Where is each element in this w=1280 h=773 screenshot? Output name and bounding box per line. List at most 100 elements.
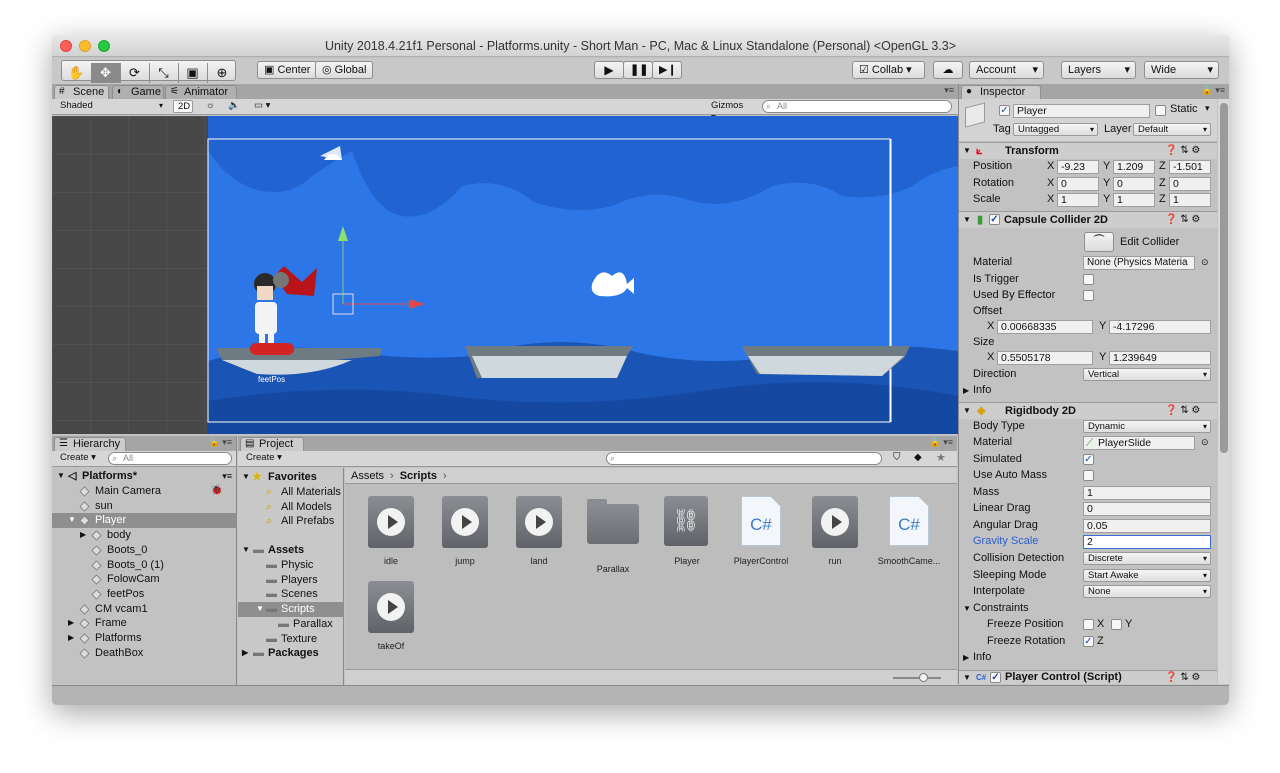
icon-size-slider[interactable] xyxy=(893,677,941,679)
size-y-field[interactable]: 1.239649 xyxy=(1109,351,1211,365)
scale-z-field[interactable]: 1 xyxy=(1169,193,1211,207)
position-y-field[interactable]: 1.209 xyxy=(1113,160,1155,174)
tab-hierarchy[interactable]: ☰ Hierarchy xyxy=(54,437,126,451)
used-by-effector-checkbox[interactable] xyxy=(1083,290,1094,301)
favorite-item[interactable]: ⌕ All Materials xyxy=(238,485,344,500)
capsule-collider-header[interactable]: ▼ ▮ ✓ Capsule Collider 2D ❓ ⇅ ⚙ xyxy=(959,211,1217,228)
freeze-z-checkbox[interactable]: ✓ xyxy=(1083,636,1094,647)
minimize-button[interactable] xyxy=(79,40,91,52)
asset-folder-item[interactable]: ▬ Scenes xyxy=(238,587,344,602)
asset-folder-item[interactable]: ▬ Physic xyxy=(238,558,344,573)
body-type-dropdown[interactable]: Dynamic xyxy=(1083,420,1211,433)
interpolate-dropdown[interactable]: None xyxy=(1083,585,1211,598)
hierarchy-item[interactable]: FolowCam xyxy=(52,572,237,587)
gizmos-dropdown[interactable]: Gizmos ▾ xyxy=(707,100,752,123)
scene-search-input[interactable]: ⌕ All xyxy=(762,100,952,113)
tab-scene[interactable]: # Scene xyxy=(54,85,109,99)
inspector-scrollbar[interactable] xyxy=(1218,99,1229,684)
tab-game[interactable]: ◐ Game xyxy=(112,85,164,99)
hierarchy-item[interactable]: DeathBox xyxy=(52,646,237,661)
scale-tool-icon[interactable]: ⤡ xyxy=(149,63,179,83)
gravity-scale-field[interactable]: 2 xyxy=(1083,535,1211,549)
project-create-dropdown[interactable]: Create ▾ xyxy=(242,452,286,465)
cloud-icon[interactable]: ☁ xyxy=(933,61,963,79)
collab-button[interactable]: ☑ Collab ▾ xyxy=(852,61,925,79)
rotation-z-field[interactable]: 0 xyxy=(1169,177,1211,191)
position-x-field[interactable]: -9.23 xyxy=(1057,160,1099,174)
chevron-down-icon[interactable]: ▾ xyxy=(1205,103,1210,114)
rigidbody-header[interactable]: ▼ ◈ Rigidbody 2D ❓ ⇅ ⚙ xyxy=(959,402,1217,419)
tag-dropdown[interactable]: Untagged xyxy=(1013,123,1098,136)
play-button[interactable]: ▶ xyxy=(594,61,624,79)
edit-collider-icon[interactable]: ⏜ xyxy=(1084,232,1114,252)
pivot-global-button[interactable]: ◎ Global xyxy=(315,61,374,79)
script-enabled-checkbox[interactable]: ✓ xyxy=(990,672,1001,683)
asset-folder-item[interactable]: ▬ Parallax xyxy=(238,617,344,632)
breadcrumb-scripts[interactable]: Scripts xyxy=(400,470,437,482)
component-menu-icon[interactable]: ❓ ⇅ ⚙ xyxy=(1165,403,1200,419)
favorites-item[interactable]: ▼ ★ Favorites xyxy=(238,470,344,485)
hierarchy-create-dropdown[interactable]: Create ▾ xyxy=(56,452,100,465)
scrollbar-thumb[interactable] xyxy=(1220,103,1228,453)
hierarchy-item[interactable]: Boots_0 xyxy=(52,543,237,558)
step-button[interactable]: ▶❙ xyxy=(652,61,682,79)
component-menu-icon[interactable]: ❓ ⇅ ⚙ xyxy=(1165,143,1200,159)
mass-field[interactable]: 1 xyxy=(1083,486,1211,500)
rotation-x-field[interactable]: 0 xyxy=(1057,177,1099,191)
transform-tool-icon[interactable]: ⊕ xyxy=(207,63,237,83)
collider-enabled-checkbox[interactable]: ✓ xyxy=(989,214,1000,225)
component-menu-icon[interactable]: ❓ ⇅ ⚙ xyxy=(1165,212,1200,228)
transform-header[interactable]: ▼ ⟀ Transform ❓ ⇅ ⚙ xyxy=(959,142,1217,159)
component-menu-icon[interactable]: ❓ ⇅ ⚙ xyxy=(1165,671,1200,684)
direction-dropdown[interactable]: Vertical xyxy=(1083,368,1211,381)
shading-dropdown[interactable]: Shaded xyxy=(56,100,166,113)
rotate-tool-icon[interactable]: ⟳ xyxy=(120,63,150,83)
constraints-row[interactable]: ▼ Constraints xyxy=(959,601,1217,617)
slider-handle[interactable] xyxy=(919,673,928,682)
close-button[interactable] xyxy=(60,40,72,52)
object-name-field[interactable]: Player xyxy=(1013,104,1150,118)
lighting-icon[interactable]: ☼ xyxy=(202,100,220,113)
offset-y-field[interactable]: -4.17296 xyxy=(1109,320,1211,334)
filter-type-icon[interactable]: ⛉ xyxy=(893,452,901,463)
favorite-item[interactable]: ⌕ All Prefabs xyxy=(238,514,344,529)
asset-folder-item[interactable]: ▼ ▬ Scripts xyxy=(238,602,344,618)
scale-x-field[interactable]: 1 xyxy=(1057,193,1099,207)
tab-project[interactable]: ▤ Project xyxy=(240,437,304,451)
rect-tool-icon[interactable]: ▣ xyxy=(178,63,208,83)
pause-button[interactable]: ❚❚ xyxy=(623,61,653,79)
favorite-star-icon[interactable]: ★ xyxy=(936,451,946,464)
layers-dropdown[interactable]: Layers ▾ xyxy=(1061,61,1136,79)
effects-icon[interactable]: ▭ ▾ xyxy=(250,100,278,113)
asset-item[interactable]: C# PlayerControl xyxy=(726,496,796,566)
rb-material-field[interactable]: ⟋ PlayerSlide xyxy=(1083,436,1195,450)
asset-item[interactable]: idle xyxy=(356,496,426,566)
static-checkbox[interactable] xyxy=(1155,105,1166,116)
position-z-field[interactable]: -1.501 xyxy=(1169,160,1211,174)
hierarchy-search-input[interactable]: ⌕ All xyxy=(108,452,232,465)
rigidbody-info-row[interactable]: ▶ Info xyxy=(959,650,1217,666)
player-control-header[interactable]: ▼ C# ✓ Player Control (Script) ❓ ⇅ ⚙ xyxy=(959,670,1217,684)
asset-item[interactable]: C# SmoothCame... xyxy=(874,496,944,566)
active-checkbox[interactable]: ✓ xyxy=(999,105,1010,116)
project-search-input[interactable]: ⌕ xyxy=(606,452,882,465)
zoom-button[interactable] xyxy=(98,40,110,52)
hierarchy-item[interactable]: CM vcam1 xyxy=(52,602,237,617)
asset-folder-item[interactable]: ▬ Players xyxy=(238,573,344,588)
hierarchy-item[interactable]: ▶ Frame xyxy=(52,616,237,631)
layout-dropdown[interactable]: Wide ▾ xyxy=(1144,61,1219,79)
foldout-icon[interactable]: ▶ xyxy=(68,631,74,645)
lock-icon[interactable]: 🔒 ▾≡ xyxy=(1202,85,1225,96)
hierarchy-item[interactable]: ▶ Platforms xyxy=(52,631,237,646)
hierarchy-item[interactable]: feetPos xyxy=(52,587,237,602)
hierarchy-item[interactable]: sun xyxy=(52,499,237,514)
collision-detection-dropdown[interactable]: Discrete xyxy=(1083,552,1211,565)
hierarchy-item[interactable]: Main Camera 🐞 xyxy=(52,484,237,499)
scale-y-field[interactable]: 1 xyxy=(1113,193,1155,207)
asset-folder-item[interactable]: ▬ Texture xyxy=(238,632,344,647)
linear-drag-field[interactable]: 0 xyxy=(1083,502,1211,516)
move-tool-icon[interactable]: ✥ xyxy=(91,63,121,83)
audio-icon[interactable]: 🔈 xyxy=(224,100,242,113)
filter-label-icon[interactable]: ◆ xyxy=(914,452,922,463)
collider-info-row[interactable]: ▶ Info xyxy=(959,383,1217,399)
